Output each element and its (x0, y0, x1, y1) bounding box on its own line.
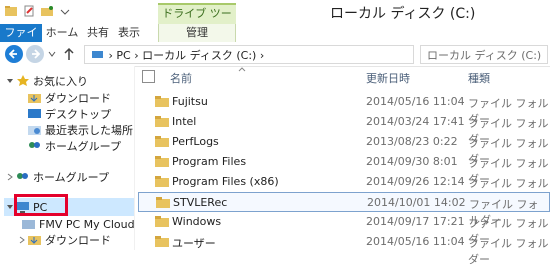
address-bar[interactable]: › PC › ローカル ディスク (C:) › (84, 45, 414, 64)
breadcrumb-local-disk[interactable]: ローカル ディスク (C:) (142, 49, 256, 62)
column-headers: 名前 更新日時 種類 (138, 66, 550, 88)
nav-item-fmv-cloud[interactable]: FMV PC My Cloudモ (22, 216, 135, 232)
forward-button[interactable] (26, 45, 44, 63)
breadcrumb-pc[interactable]: PC (116, 49, 130, 62)
nav-item-label: ホームグループ (45, 140, 122, 153)
tab-file[interactable]: ファイル (0, 24, 42, 57)
file-modified-date: 2014/09/26 12:14 (366, 175, 465, 188)
folder-icon (155, 156, 169, 167)
file-modified-date: 2014/03/24 17:41 (366, 115, 465, 128)
recent-locations-icon[interactable] (48, 51, 56, 57)
column-name[interactable]: 名前 (170, 70, 192, 86)
sort-chevron-icon (238, 67, 246, 72)
column-type[interactable]: 種類 (468, 70, 490, 86)
nav-item-recent-places[interactable]: 最近表示した場所 (28, 122, 133, 138)
table-row[interactable]: Fujitsu 2014/05/16 11:04 ファイル フォルダー (138, 92, 550, 126)
nav-item-label: デスクトップ (45, 108, 111, 121)
search-placeholder: ローカル ディスク (C:) (427, 49, 542, 62)
file-name: Windows (172, 215, 222, 228)
nav-item-label: 最近表示した場所 (45, 124, 133, 137)
download-folder-icon (28, 94, 41, 103)
chevron-right-icon (7, 173, 13, 181)
file-name: Intel (172, 115, 197, 128)
window-title: ローカル ディスク (C:) (330, 6, 476, 22)
drive-tools-context-tab: ドライブ ツール (158, 3, 236, 38)
pc-icon (92, 51, 103, 58)
file-name: ユーザー (172, 237, 216, 250)
nav-item-downloads[interactable]: ダウンロード (28, 90, 111, 106)
up-arrow-icon[interactable] (63, 47, 75, 61)
tab-manage[interactable]: 管理 (158, 24, 236, 42)
table-row[interactable]: STVLERec 2014/10/01 14:02 ファイル フォルダー (138, 192, 550, 227)
table-row[interactable]: Windows 2014/09/17 17:21 ファイル フォルダー (138, 212, 550, 246)
tab-view[interactable]: 表示 (114, 24, 144, 42)
table-row[interactable]: PerfLogs 2013/08/23 0:22 ファイル フォルダー (138, 132, 550, 166)
file-modified-date: 2014/10/01 14:02 (367, 196, 466, 209)
tab-home[interactable]: ホーム (44, 24, 80, 42)
nav-item-desktop[interactable]: デスクトップ (28, 106, 111, 122)
nav-item-pc-downloads[interactable]: ダウンロード (18, 232, 111, 248)
download-folder-icon (28, 236, 41, 245)
folder-icon (155, 216, 169, 227)
folder-icon (155, 176, 169, 187)
nav-item-homegroup[interactable]: ホームグループ (6, 169, 109, 185)
file-modified-date: 2014/05/16 11:04 (366, 235, 465, 248)
folder-icon (4, 4, 18, 18)
table-row[interactable]: Intel 2014/03/24 17:41 ファイル フォルダー (138, 112, 550, 146)
nav-item-label: ダウンロード (45, 234, 111, 247)
file-modified-date: 2014/09/30 8:01 (366, 155, 458, 168)
file-name: Program Files (172, 155, 247, 168)
homegroup-icon (17, 173, 28, 179)
file-name: STVLERec (173, 196, 228, 209)
file-type: ファイル フォルダー (468, 237, 549, 266)
table-row[interactable]: Program Files 2014/09/30 8:01 ファイル フォルダー (138, 152, 550, 186)
tab-share[interactable]: 共有 (84, 24, 112, 42)
folder-icon (156, 197, 170, 208)
column-date[interactable]: 更新日時 (366, 70, 410, 86)
chevron-down-icon (7, 79, 13, 83)
nav-item-homegroup-favorite[interactable]: ホームグループ (28, 138, 121, 154)
folder-icon (155, 116, 169, 127)
chevron-down-icon (7, 205, 13, 209)
file-modified-date: 2013/08/23 0:22 (366, 135, 458, 148)
table-row[interactable]: Program Files (x86) 2014/09/26 12:14 ファイル … (138, 172, 550, 206)
folder-icon (155, 236, 169, 247)
file-modified-date: 2014/09/17 17:21 (366, 215, 465, 228)
recent-places-icon (28, 126, 41, 135)
nav-item-label: ホームグループ (33, 171, 110, 184)
file-modified-date: 2014/05/16 11:04 (366, 95, 465, 108)
pc-highlight-box (14, 194, 68, 216)
file-name: Program Files (x86) (172, 175, 279, 188)
arrow-right-icon (32, 49, 40, 59)
folder-icon (155, 136, 169, 147)
desktop-icon (28, 109, 41, 118)
ribbon-tabs: ファイル ホーム 共有 表示 管理 (0, 24, 550, 57)
chevron-right-icon (19, 236, 25, 244)
navigation-pane[interactable]: お気に入り ダウンロード デスクトップ 最近表示した場所 ホームグループ ホーム… (0, 66, 135, 250)
chevron-down-icon[interactable] (58, 4, 72, 18)
back-button[interactable] (5, 45, 23, 63)
search-input[interactable]: ローカル ディスク (C:) (420, 45, 548, 64)
breadcrumb-separator: › (134, 49, 143, 62)
cloud-folder-icon (22, 220, 35, 229)
arrow-left-icon (9, 49, 17, 59)
title-bar: ドライブ ツール ローカル ディスク (C:) (0, 0, 550, 38)
quick-access-toolbar (4, 4, 72, 18)
folder-icon (155, 96, 169, 107)
properties-icon[interactable] (22, 4, 36, 18)
nav-item-label: お気に入り (33, 75, 88, 88)
file-name: Fujitsu (172, 95, 208, 108)
breadcrumb-separator: › (259, 49, 265, 62)
nav-item-label: ダウンロード (45, 92, 111, 105)
table-row[interactable]: ユーザー 2014/05/16 11:04 ファイル フォルダー (138, 232, 550, 266)
star-icon (17, 75, 29, 86)
nav-item-favorites[interactable]: お気に入り (6, 73, 88, 89)
new-folder-icon[interactable] (40, 4, 54, 18)
nav-item-label: FMV PC My Cloudモ (39, 218, 135, 231)
homegroup-icon (29, 142, 40, 148)
file-name: PerfLogs (172, 135, 219, 148)
